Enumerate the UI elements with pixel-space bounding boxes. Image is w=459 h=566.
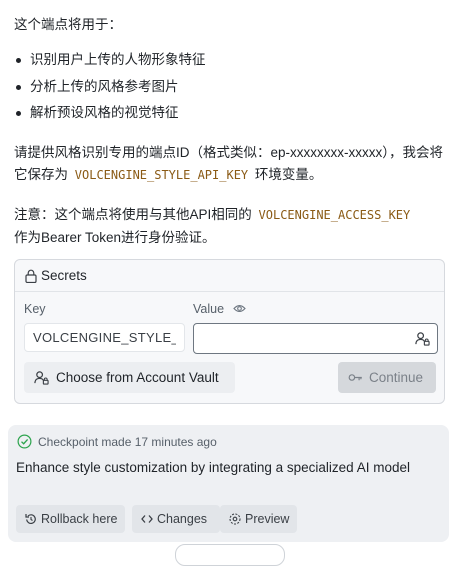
continue-button-label: Continue	[369, 370, 424, 385]
access-key-code: VOLCENGINE_ACCESS_KEY	[258, 208, 411, 222]
value-label: Value	[193, 302, 225, 316]
check-circle-icon	[17, 434, 32, 449]
secrets-panel: Secrets Key Value Choose from Account Va…	[14, 259, 445, 404]
continue-button[interactable]: Continue	[338, 362, 436, 393]
list-item: 解析预设风格的视觉特征	[14, 103, 206, 130]
key-label: Key	[24, 302, 46, 316]
preview-icon	[229, 513, 241, 525]
vault-person-icon[interactable]	[415, 331, 430, 346]
rollback-label: Rollback here	[41, 512, 118, 526]
changes-button[interactable]: Changes	[132, 505, 220, 533]
key-icon	[348, 374, 362, 381]
auth-note: 注意：这个端点将使用与其他API相同的 VOLCENGINE_ACCESS_KE…	[14, 204, 446, 248]
note-text-end: 作为Bearer Token进行身份验证。	[14, 229, 216, 245]
scroll-to-bottom-pill[interactable]	[175, 544, 285, 566]
vault-button-label: Choose from Account Vault	[56, 370, 219, 385]
rollback-button[interactable]: Rollback here	[16, 505, 125, 533]
usage-list: 识别用户上传的人物形象特征 分析上传的风格参考图片 解析预设风格的视觉特征	[14, 50, 206, 130]
key-input[interactable]	[24, 323, 185, 352]
endpoint-instructions: 请提供风格识别专用的端点ID（格式类似：ep-xxxxxxxx-xxxxx），我…	[14, 142, 446, 186]
list-item: 分析上传的风格参考图片	[14, 77, 206, 104]
checkpoint-card: Checkpoint made 17 minutes ago Enhance s…	[8, 425, 449, 542]
secrets-header: Secrets	[15, 260, 444, 292]
rollback-icon	[25, 514, 36, 524]
intro-text: 这个端点将用于：	[14, 17, 122, 32]
list-item: 识别用户上传的人物形象特征	[14, 50, 206, 77]
env-var-code: VOLCENGINE_STYLE_API_KEY	[74, 167, 249, 182]
lock-icon	[25, 269, 37, 283]
changes-label: Changes	[157, 512, 208, 526]
instruction-text-end: 环境变量。	[254, 166, 323, 182]
choose-from-vault-button[interactable]: Choose from Account Vault	[24, 362, 235, 393]
code-icon	[141, 515, 153, 523]
checkpoint-title: Checkpoint made 17 minutes ago	[38, 435, 217, 449]
note-text: 注意：这个端点将使用与其他API相同的	[14, 207, 252, 222]
secrets-title: Secrets	[41, 268, 87, 283]
preview-label: Preview	[245, 512, 290, 526]
eye-icon[interactable]	[233, 303, 246, 314]
value-input[interactable]	[193, 323, 438, 354]
checkpoint-message: Enhance style customization by integrati…	[16, 460, 410, 475]
preview-button[interactable]: Preview	[220, 505, 297, 533]
vault-person-icon	[34, 371, 49, 385]
